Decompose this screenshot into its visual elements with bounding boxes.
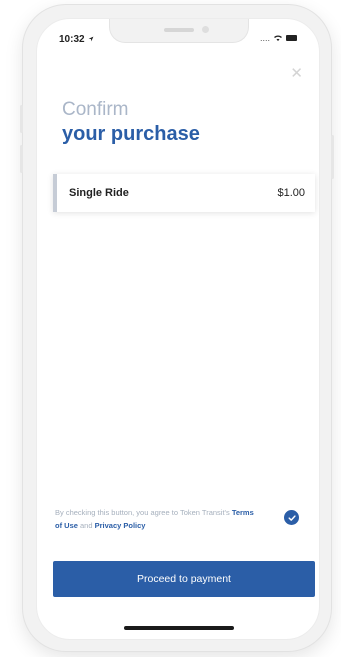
volume-up-button [20,105,23,133]
page-title-line1: Confirm [62,99,129,120]
proceed-to-payment-button[interactable]: Proceed to payment [53,561,315,597]
page-title-line2: your purchase [62,123,200,145]
agreement-text-middle: and [77,521,95,530]
signal-indicator: .... [259,33,270,43]
privacy-policy-link[interactable]: Privacy Policy [95,521,146,530]
camera [202,26,209,33]
check-icon [287,514,296,521]
time-text: 10:32 [59,34,85,45]
app-screen: 10:32 .... ✕ Confirm your purchase Singl… [36,18,320,640]
status-bar-time: 10:32 [59,34,94,45]
agree-checkbox[interactable] [284,510,299,525]
agreement-text-start: By checking this button, you agree to To… [55,508,232,517]
power-button [331,135,334,179]
speaker [164,28,194,32]
item-name: Single Ride [69,187,129,199]
agreement-text: By checking this button, you agree to To… [55,506,260,532]
item-price: $1.00 [277,187,305,199]
battery-icon [286,35,297,41]
order-item-card: Single Ride $1.00 [53,174,315,212]
home-indicator[interactable] [124,626,234,630]
wifi-icon [274,35,282,41]
notch [109,19,249,43]
volume-down-button [20,145,23,173]
location-arrow-icon [88,36,94,42]
phone-frame: 10:32 .... ✕ Confirm your purchase Singl… [20,4,334,652]
status-bar-right: .... [260,33,297,43]
close-icon[interactable]: ✕ [290,66,303,81]
